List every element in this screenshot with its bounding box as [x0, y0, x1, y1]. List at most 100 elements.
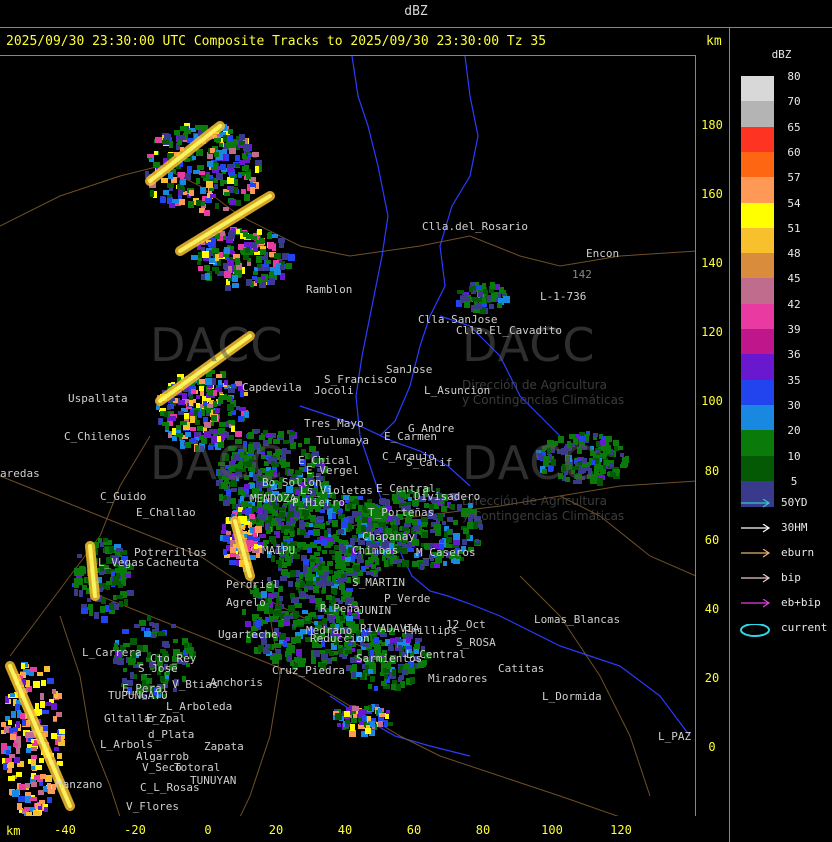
radar-echo-cell: [178, 135, 185, 139]
radar-echo-cell: [294, 511, 300, 516]
radar-echo-cell: [345, 650, 352, 654]
radar-echo-cell: [286, 648, 292, 655]
radar-echo-cell: [255, 620, 261, 627]
radar-echo-cell: [368, 669, 373, 674]
radar-echo-cell: [378, 721, 383, 727]
place-label: Cacheuta: [146, 556, 199, 569]
place-label: Jocoli: [314, 384, 354, 397]
radar-echo-cell: [246, 172, 251, 179]
radar-echo-cell: [412, 519, 417, 525]
radar-echo-cell: [365, 560, 369, 565]
place-label: Perdriel: [226, 578, 279, 591]
radar-echo-cell: [21, 672, 26, 676]
radar-echo-cell: [79, 590, 83, 597]
radar-map[interactable]: DACC DACC DACC DACC Dirección de Agricul…: [0, 55, 696, 816]
place-label: Reduccion: [310, 632, 370, 645]
radar-echo-cell: [338, 511, 342, 516]
radar-echo-cell: [224, 247, 230, 254]
radar-echo-cell: [81, 604, 85, 608]
radar-echo-cell: [267, 233, 272, 239]
radar-echo-cell: [335, 551, 341, 556]
radar-echo-cell: [379, 522, 386, 527]
place-label: L_Vegas: [98, 556, 145, 569]
y-tick-label: 80: [704, 464, 720, 478]
radar-echo-cell: [621, 462, 628, 467]
radar-echo-cell: [164, 411, 168, 417]
radar-echo-cell: [195, 420, 200, 425]
radar-echo-cell: [497, 303, 502, 308]
radar-echo-cell: [346, 568, 353, 573]
radar-echo-cell: [298, 443, 302, 447]
current-ellipse-icon: [740, 624, 770, 637]
radar-echo-cell: [22, 719, 26, 726]
radar-echo-cell: [453, 520, 458, 525]
radar-echo-cell: [255, 240, 259, 244]
radar-echo-cell: [211, 238, 215, 245]
radar-echo-cell: [379, 713, 385, 717]
place-label: Divisadero: [414, 490, 481, 503]
radar-echo-cell: [202, 251, 209, 258]
radar-echo-cell: [218, 380, 222, 385]
track-legend-label: bip: [781, 571, 801, 584]
place-label: S_Calif: [406, 456, 453, 469]
radar-echo-cell: [231, 228, 235, 232]
place-label: Ugarteche: [218, 628, 278, 641]
radar-echo-cell: [307, 548, 312, 553]
radar-echo-cell: [290, 442, 296, 449]
radar-echo-cell: [31, 759, 36, 766]
radar-echo-cell: [244, 242, 251, 247]
radar-echo-cell: [620, 453, 624, 457]
radar-echo-cell: [197, 426, 203, 431]
radar-echo-cell: [162, 422, 169, 426]
header-divider: [0, 27, 832, 28]
radar-echo-cell: [43, 726, 48, 731]
radar-echo-cell: [178, 411, 184, 415]
radar-echo-cell: [317, 570, 324, 575]
radar-echo-cell: [94, 612, 99, 619]
radar-echo-cell: [45, 702, 51, 706]
radar-echo-cell: [229, 148, 236, 154]
radar-echo-cell: [302, 610, 308, 614]
radar-echo-cell: [212, 248, 219, 253]
radar-echo-cell: [274, 610, 281, 616]
radar-echo-cell: [342, 546, 346, 553]
radar-echo-cell: [158, 631, 165, 636]
radar-echo-cell: [196, 178, 200, 184]
radar-echo-cell: [151, 633, 156, 638]
radar-echo-cell: [204, 210, 210, 216]
radar-echo-cell: [232, 504, 236, 509]
radar-echo-cell: [352, 706, 359, 711]
radar-echo-cell: [410, 677, 415, 684]
radar-echo-cell: [238, 416, 244, 422]
place-label: T_Porteñas: [368, 506, 435, 519]
radar-echo-cell: [225, 285, 231, 291]
radar-echo-cell: [358, 709, 365, 716]
legend-swatch-label: 10: [787, 449, 801, 463]
radar-echo-cell: [204, 265, 210, 271]
radar-echo-cell: [282, 253, 289, 260]
legend-swatch: [741, 354, 774, 381]
radar-echo-cell: [364, 706, 369, 710]
radar-echo-cell: [176, 425, 181, 430]
radar-echo-cell: [288, 605, 295, 612]
radar-echo-cell: [264, 267, 270, 271]
radar-echo-cell: [211, 415, 217, 421]
radar-echo-cell: [398, 645, 402, 651]
radar-echo-cell: [24, 807, 30, 811]
radar-echo-cell: [359, 721, 364, 725]
x-tick-label: 80: [475, 823, 491, 837]
radar-echo-cell: [314, 540, 321, 544]
radar-echo-cell: [236, 229, 240, 234]
radar-echo-cell: [13, 727, 18, 732]
radar-echo-cell: [407, 548, 414, 552]
radar-echo-cell: [234, 179, 238, 186]
radar-echo-cell: [308, 530, 313, 535]
place-label: L-1-736: [540, 290, 587, 303]
place-label: SanJose: [386, 363, 433, 376]
radar-echo-cell: [306, 574, 311, 578]
radar-echo-cell: [34, 684, 38, 688]
radar-echo-cell: [482, 297, 486, 303]
radar-echo-cell: [297, 542, 301, 549]
place-label: Clla.del_Rosario: [422, 220, 528, 233]
radar-echo-cell: [327, 615, 333, 620]
